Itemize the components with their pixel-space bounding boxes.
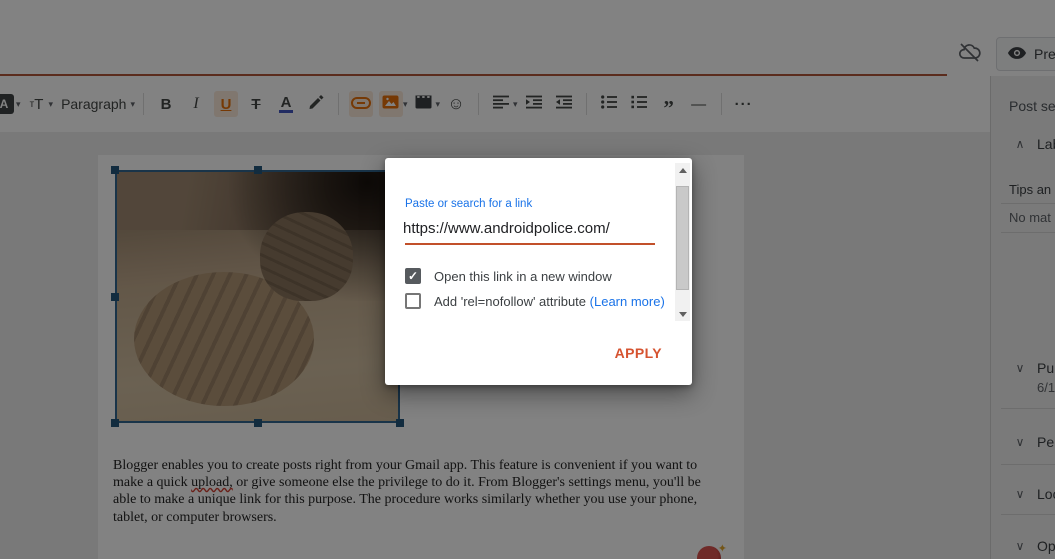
open-new-window-option[interactable]: ✓ Open this link in a new window: [405, 268, 612, 284]
link-input-label: Paste or search for a link: [405, 198, 533, 210]
scrollbar-thumb[interactable]: [676, 186, 689, 290]
apply-button[interactable]: APPLY: [615, 345, 662, 361]
rel-nofollow-label: Add 'rel=nofollow' attribute (Learn more…: [434, 293, 665, 309]
scrollbar-down-arrow[interactable]: [675, 307, 690, 321]
insert-link-dialog: Paste or search for a link ✓ Open this l…: [385, 158, 692, 385]
learn-more-link[interactable]: (Learn more): [590, 294, 665, 309]
scrollbar-up-arrow[interactable]: [675, 163, 690, 177]
open-new-window-label: Open this link in a new window: [434, 268, 612, 284]
dialog-scrollbar[interactable]: [675, 163, 690, 321]
checkbox-checked-icon[interactable]: ✓: [405, 268, 421, 284]
blogger-editor-page: Prev A ▾ тT ▾ Paragraph ▾ B I U T A: [0, 0, 1055, 559]
link-url-input[interactable]: [403, 216, 655, 240]
rel-nofollow-option[interactable]: Add 'rel=nofollow' attribute (Learn more…: [405, 293, 665, 309]
checkbox-unchecked-icon[interactable]: [405, 293, 421, 309]
link-input-underline: [405, 243, 655, 245]
